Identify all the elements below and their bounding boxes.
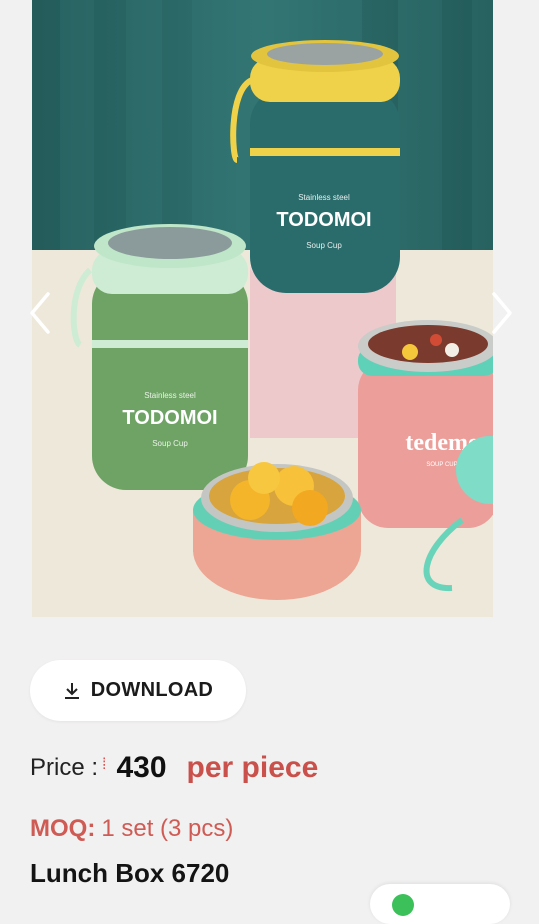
download-button[interactable]: DOWNLOAD	[30, 660, 246, 721]
drag-dots-icon: ⁞	[102, 756, 107, 773]
svg-text:Stainless steel: Stainless steel	[298, 193, 350, 202]
price-value: 430	[116, 751, 167, 784]
price-label: Price :	[30, 754, 99, 781]
svg-text:Soup Cup: Soup Cup	[152, 439, 188, 448]
product-image[interactable]: Stainless steel TODOMOI Soup Cup Stainle…	[32, 0, 493, 617]
svg-text:TODOMOI: TODOMOI	[122, 407, 217, 429]
moq-label: MOQ:	[30, 815, 96, 842]
download-icon	[64, 682, 79, 699]
whatsapp-button[interactable]	[370, 884, 510, 924]
moq-row: MOQ: 1 set (3 pcs)	[30, 812, 233, 846]
svg-text:Soup Cup: Soup Cup	[306, 241, 342, 250]
previous-image-button[interactable]	[20, 290, 60, 336]
product-photo: Stainless steel TODOMOI Soup Cup Stainle…	[32, 0, 493, 617]
svg-text:SOUP CUP: SOUP CUP	[426, 462, 457, 468]
product-name: Lunch Box 6720	[30, 858, 230, 888]
whatsapp-icon	[392, 894, 414, 916]
chevron-left-icon	[30, 292, 50, 334]
price-unit: per piece	[186, 751, 319, 784]
svg-text:Stainless steel: Stainless steel	[144, 391, 196, 400]
svg-text:TODOMOI: TODOMOI	[276, 209, 371, 231]
moq-value: 1 set (3 pcs)	[101, 815, 234, 842]
download-label: DOWNLOAD	[90, 679, 214, 701]
next-image-button[interactable]	[482, 290, 522, 336]
chevron-right-icon	[492, 292, 512, 334]
price-row: Price : ⁞ 430 per piece	[30, 745, 510, 791]
